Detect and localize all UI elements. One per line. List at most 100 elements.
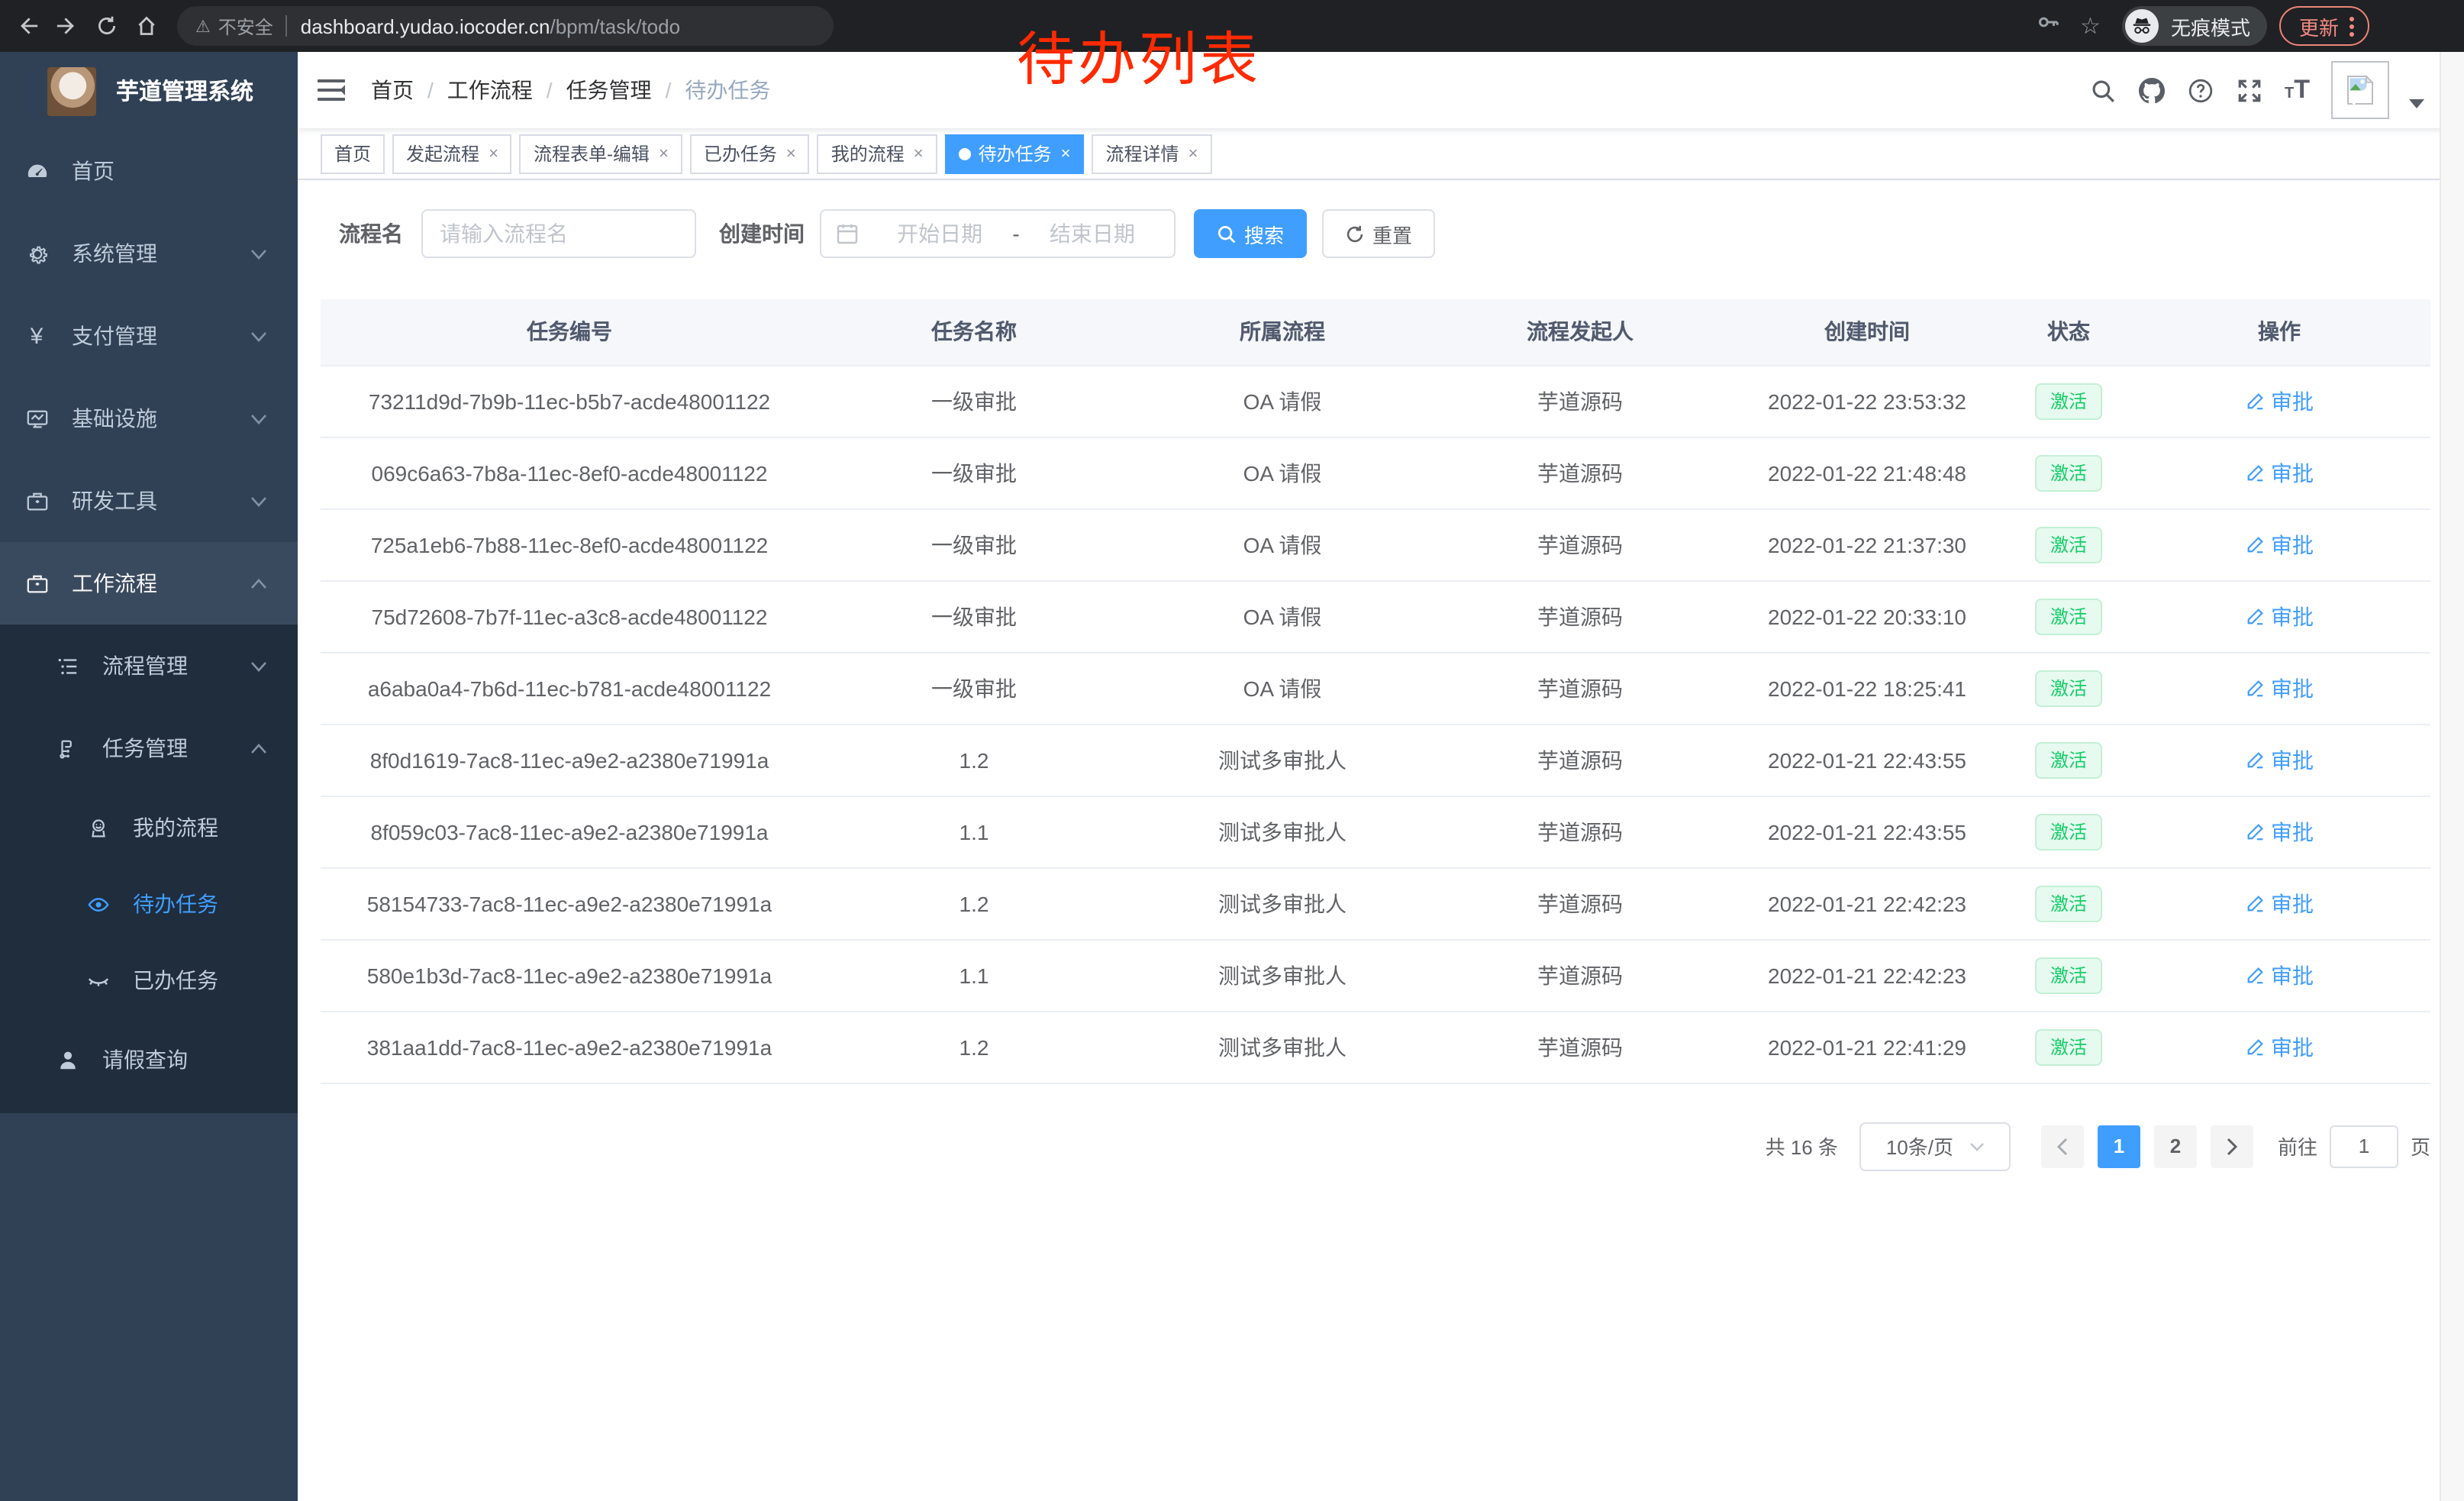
- password-key-icon[interactable]: [2036, 11, 2059, 41]
- approve-link[interactable]: 审批: [2245, 888, 2314, 918]
- approve-link[interactable]: 审批: [2245, 601, 2314, 631]
- breadcrumb-item[interactable]: 首页: [371, 75, 414, 105]
- sidebar-item-system[interactable]: 系统管理: [0, 212, 298, 295]
- edit-pencil-icon: [2245, 678, 2265, 698]
- back-icon[interactable]: [15, 14, 40, 38]
- table-row: 069c6a63-7b8a-11ec-8ef0-acde48001122 一级审…: [321, 437, 2430, 508]
- col-status: 状态: [2009, 299, 2128, 365]
- approve-link[interactable]: 审批: [2245, 457, 2314, 488]
- approve-link[interactable]: 审批: [2245, 960, 2314, 990]
- approve-label: 审批: [2271, 529, 2314, 560]
- forward-icon[interactable]: [55, 14, 79, 38]
- font-size-icon[interactable]: TT: [2285, 76, 2310, 104]
- reload-icon[interactable]: [95, 14, 119, 38]
- col-starter: 流程发起人: [1435, 299, 1725, 365]
- tab-todo-tasks[interactable]: 待办任务×: [945, 134, 1085, 173]
- menu-dots-icon[interactable]: [2350, 16, 2354, 36]
- col-actions: 操作: [2128, 299, 2430, 365]
- sidebar-item-todo-tasks[interactable]: 待办任务: [0, 866, 298, 942]
- close-icon[interactable]: ×: [786, 144, 796, 163]
- home-icon[interactable]: [134, 14, 159, 38]
- update-button[interactable]: 更新: [2279, 6, 2369, 46]
- tab-label: 首页: [334, 140, 371, 166]
- tab-home[interactable]: 首页: [321, 134, 385, 173]
- col-create-time: 创建时间: [1725, 299, 2009, 365]
- help-icon[interactable]: [2187, 77, 2213, 103]
- cell-process: 测试多审批人: [1130, 867, 1435, 939]
- sidebar: 芋道管理系统 首页 系统管理 ¥ 支付管理 基础设施: [0, 52, 298, 1501]
- address-bar[interactable]: ⚠ 不安全 dashboard.yudao.iocoder.cn/bpm/tas…: [177, 6, 834, 46]
- create-time-label: 创建时间: [719, 218, 805, 249]
- next-page-button[interactable]: [2211, 1125, 2253, 1167]
- approve-link[interactable]: 审批: [2245, 386, 2314, 416]
- search-button-label: 搜索: [1244, 219, 1284, 248]
- cell-create-time: 2022-01-22 18:25:41: [1725, 652, 2009, 724]
- incognito-badge: 无痕模式: [2122, 6, 2267, 46]
- process-name-input[interactable]: [421, 209, 696, 258]
- sidebar-item-my-process[interactable]: 我的流程: [0, 789, 298, 866]
- reset-button[interactable]: 重置: [1322, 209, 1435, 258]
- breadcrumb-item-current: 待办任务: [685, 75, 770, 105]
- close-icon[interactable]: ×: [914, 144, 924, 163]
- approve-link[interactable]: 审批: [2245, 1031, 2314, 1062]
- search-button[interactable]: 搜索: [1194, 209, 1307, 258]
- approve-link[interactable]: 审批: [2245, 816, 2314, 847]
- github-icon[interactable]: [2138, 77, 2164, 103]
- close-icon[interactable]: ×: [1188, 144, 1198, 163]
- breadcrumb-item[interactable]: 工作流程: [447, 75, 533, 105]
- fullscreen-icon[interactable]: [2236, 77, 2262, 103]
- sidebar-item-leave-query[interactable]: 请假查询: [0, 1018, 298, 1101]
- date-range-picker[interactable]: 开始日期 - 结束日期: [820, 209, 1176, 258]
- sidebar-item-workflow[interactable]: 工作流程: [0, 542, 298, 625]
- tab-start-process[interactable]: 发起流程×: [392, 134, 512, 173]
- breadcrumb-item[interactable]: 任务管理: [566, 75, 652, 105]
- tab-process-form-edit[interactable]: 流程表单-编辑×: [520, 134, 682, 173]
- sidebar-item-process-management[interactable]: 流程管理: [0, 625, 298, 707]
- sidebar-item-dev-tools[interactable]: 研发工具: [0, 460, 298, 542]
- cell-create-time: 2022-01-21 22:43:55: [1725, 796, 2009, 867]
- tab-my-process[interactable]: 我的流程×: [818, 134, 937, 173]
- prev-page-button[interactable]: [2041, 1125, 2084, 1167]
- status-badge: 激活: [2035, 885, 2102, 922]
- page-size-select[interactable]: 10条/页: [1859, 1122, 2011, 1170]
- tab-process-detail[interactable]: 流程详情×: [1092, 134, 1212, 173]
- page-button-1[interactable]: 1: [2098, 1125, 2140, 1167]
- avatar-caret-icon[interactable]: [2409, 99, 2424, 108]
- tab-done-tasks[interactable]: 已办任务×: [690, 134, 810, 173]
- sidebar-item-infrastructure[interactable]: 基础设施: [0, 377, 298, 460]
- edit-pencil-icon: [2245, 463, 2265, 483]
- cell-starter: 芋道源码: [1435, 652, 1725, 724]
- avatar[interactable]: [2331, 61, 2389, 119]
- approve-link[interactable]: 审批: [2245, 529, 2314, 560]
- eye-open-icon: [85, 892, 110, 916]
- cell-task-name: 1.2: [818, 1011, 1130, 1083]
- close-icon[interactable]: ×: [659, 144, 669, 163]
- cell-process: OA 请假: [1130, 508, 1435, 580]
- cell-starter: 芋道源码: [1435, 580, 1725, 652]
- sidebar-item-task-management[interactable]: 任务管理: [0, 707, 298, 789]
- goto-page-input[interactable]: [2330, 1125, 2398, 1167]
- close-icon[interactable]: ×: [1061, 144, 1071, 163]
- approve-link[interactable]: 审批: [2245, 744, 2314, 775]
- search-icon[interactable]: [2089, 77, 2115, 103]
- edit-pencil-icon: [2245, 1037, 2265, 1057]
- sidebar-collapse-icon[interactable]: [318, 78, 345, 102]
- navbar-actions: TT: [2089, 61, 2464, 119]
- chevron-up-icon: [250, 578, 267, 589]
- sidebar-item-label: 工作流程: [72, 568, 157, 599]
- approve-link[interactable]: 审批: [2245, 673, 2314, 703]
- sidebar-item-home[interactable]: 首页: [0, 130, 298, 212]
- close-icon[interactable]: ×: [489, 144, 498, 163]
- sidebar-item-label: 已办任务: [133, 965, 218, 996]
- sidebar-item-payment[interactable]: ¥ 支付管理: [0, 295, 298, 377]
- approve-label: 审批: [2271, 816, 2314, 847]
- bookmark-star-icon[interactable]: ☆: [2080, 12, 2101, 40]
- sidebar-item-done-tasks[interactable]: 已办任务: [0, 942, 298, 1018]
- status-badge: 激活: [2035, 813, 2102, 850]
- breadcrumb-separator: /: [547, 78, 553, 102]
- page-scrollbar[interactable]: [2440, 52, 2464, 1501]
- logo-row[interactable]: 芋道管理系统: [0, 52, 298, 130]
- cell-task-name: 一级审批: [818, 437, 1130, 508]
- cell-process: 测试多审批人: [1130, 796, 1435, 867]
- page-button-2[interactable]: 2: [2154, 1125, 2197, 1167]
